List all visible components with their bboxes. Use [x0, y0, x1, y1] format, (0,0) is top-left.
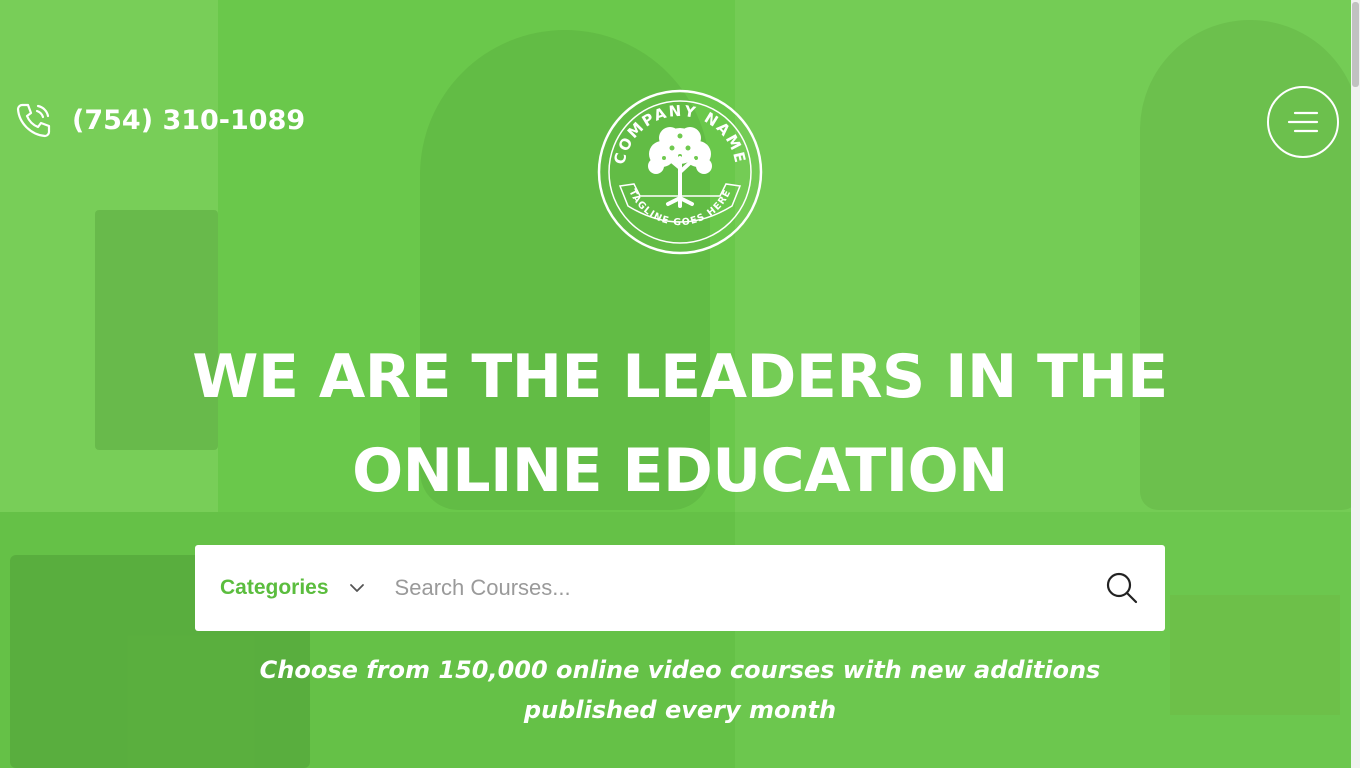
- headline-line-2: ONLINE EDUCATION: [352, 436, 1008, 506]
- phone-number[interactable]: (754) 310-1089: [72, 105, 305, 136]
- hamburger-icon: [1287, 111, 1319, 133]
- page-scrollbar[interactable]: [1351, 0, 1360, 768]
- phone-icon: [16, 103, 51, 138]
- categories-dropdown[interactable]: Categories: [220, 576, 365, 600]
- hero-headline: WE ARE THE LEADERS IN THE ONLINE EDUCATI…: [0, 330, 1360, 518]
- company-logo[interactable]: COMPANY NAME TAGLINE GOES HERE: [596, 88, 764, 256]
- top-bar: (754) 310-1089 COMPANY NAME TAGLINE GOES…: [0, 0, 1360, 255]
- chevron-down-icon: [349, 584, 364, 592]
- phone-contact[interactable]: (754) 310-1089: [14, 100, 305, 140]
- headline-line-1: WE ARE THE LEADERS IN THE: [192, 342, 1168, 412]
- search-icon[interactable]: [1105, 571, 1139, 605]
- menu-button[interactable]: [1267, 86, 1339, 158]
- scrollbar-thumb[interactable]: [1352, 2, 1359, 87]
- search-input[interactable]: [392, 574, 1037, 602]
- course-search-bar: Categories: [195, 545, 1165, 631]
- subtitle-line-1: Choose from 150,000 online video courses…: [259, 656, 1101, 684]
- categories-label: Categories: [220, 576, 329, 599]
- subtitle-line-2: published every month: [523, 696, 837, 724]
- hero-subtitle: Choose from 150,000 online video courses…: [0, 650, 1360, 730]
